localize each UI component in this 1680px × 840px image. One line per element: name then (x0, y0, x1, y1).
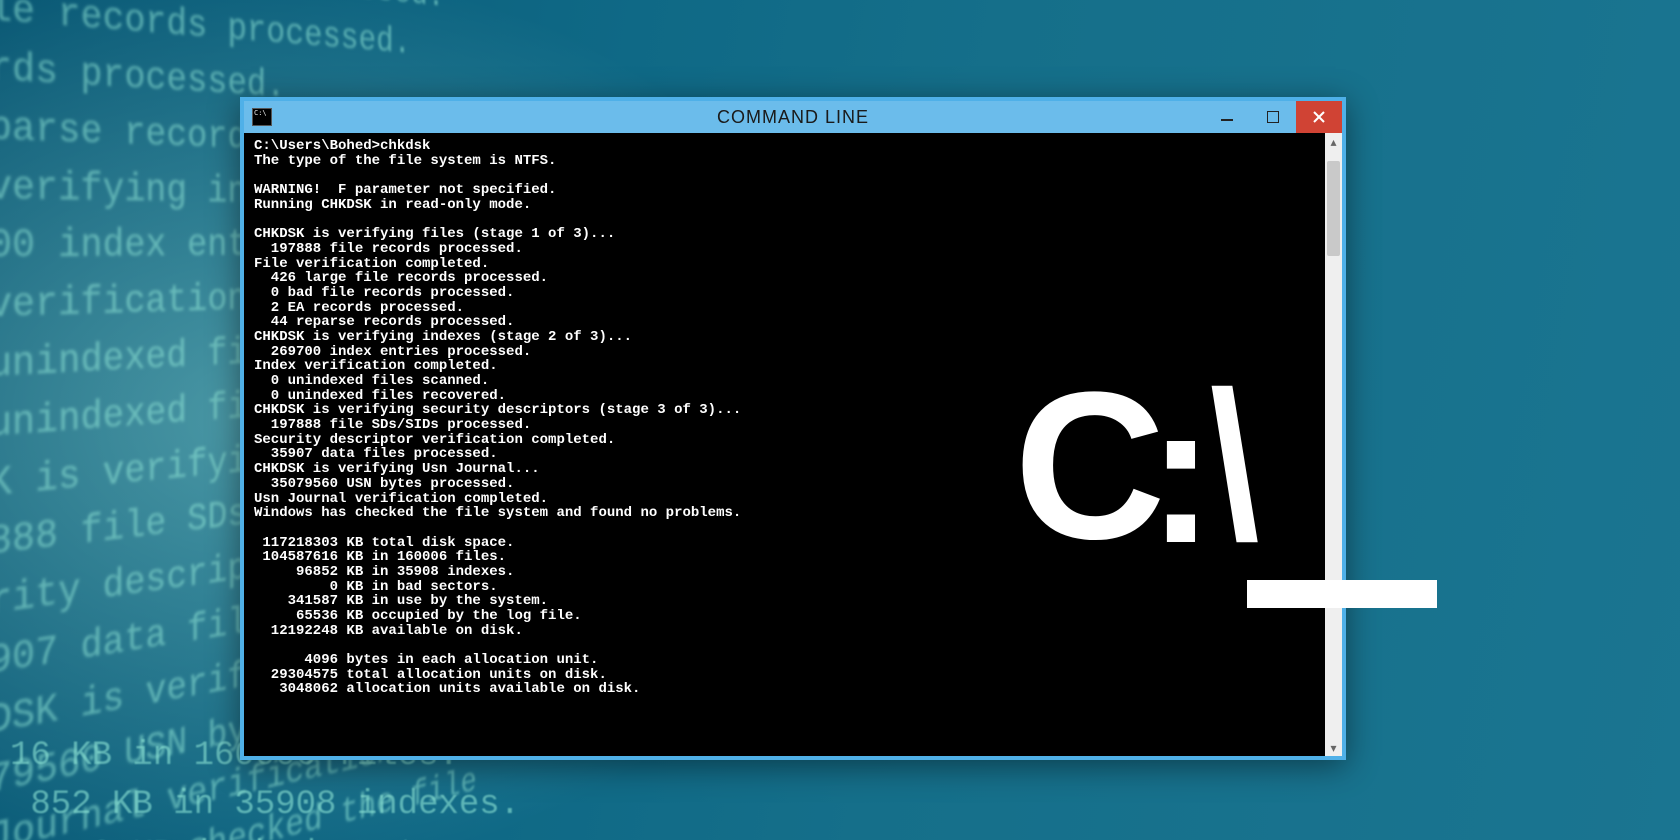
command-line-window: COMMAND LINE C:\Users\Bohed>chkdsk The t… (240, 97, 1346, 760)
minimize-icon (1221, 111, 1233, 123)
close-icon (1313, 111, 1325, 123)
maximize-button[interactable] (1250, 101, 1296, 133)
scroll-thumb[interactable] (1327, 161, 1340, 256)
console-output[interactable]: C:\Users\Bohed>chkdsk The type of the fi… (244, 133, 1325, 756)
scroll-down-button[interactable]: ▾ (1325, 739, 1342, 756)
minimize-button[interactable] (1204, 101, 1250, 133)
maximize-icon (1267, 111, 1279, 123)
cmd-icon (252, 108, 272, 126)
close-button[interactable] (1296, 101, 1342, 133)
console-area: C:\Users\Bohed>chkdsk The type of the fi… (244, 133, 1342, 756)
window-controls (1204, 101, 1342, 133)
scrollbar[interactable]: ▴ ▾ (1325, 133, 1342, 756)
titlebar[interactable]: COMMAND LINE (244, 101, 1342, 133)
scroll-up-button[interactable]: ▴ (1325, 133, 1342, 150)
window-title: COMMAND LINE (244, 101, 1342, 133)
